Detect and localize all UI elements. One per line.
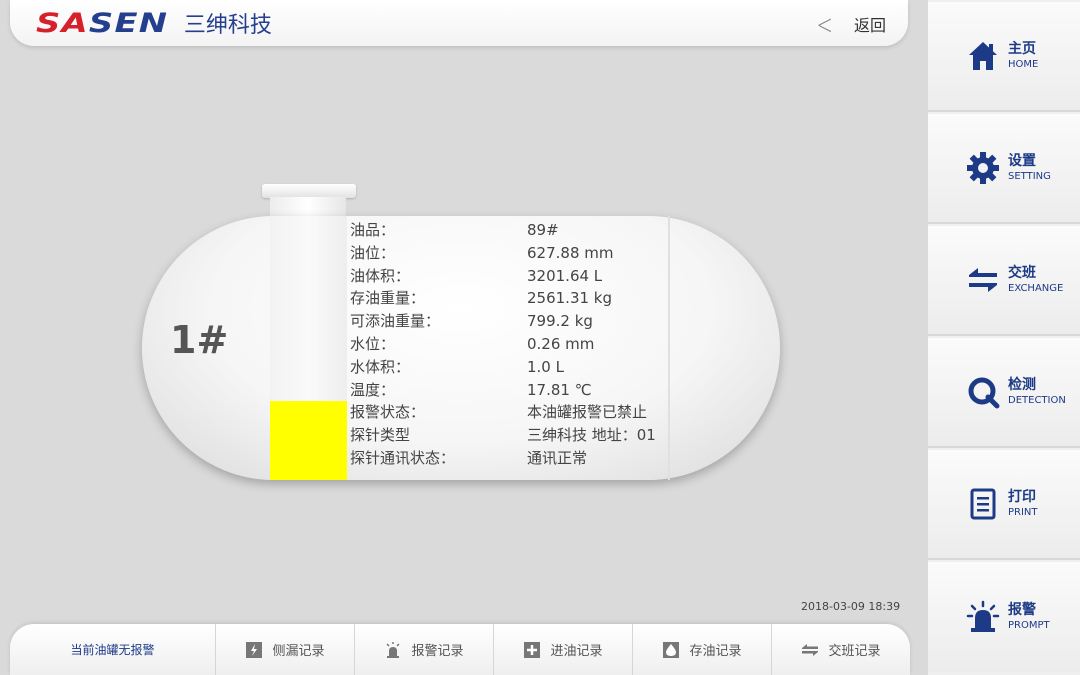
timestamp: 2018-03-09 18:39 bbox=[801, 600, 901, 613]
sidebar-item-print[interactable]: 打印 PRINT bbox=[928, 450, 1080, 560]
exchange-record-button[interactable]: 交班记录 bbox=[771, 624, 910, 675]
alarm-status-text: 当前油罐无报警 bbox=[70, 643, 155, 657]
leak-icon bbox=[246, 641, 263, 658]
back-label: 返回 bbox=[853, 16, 886, 35]
sidebar-item-label: 报警 bbox=[1008, 602, 1036, 618]
sidebar-item-sublabel: EXCHANGE bbox=[1008, 283, 1064, 294]
top-header: SASEN 三绅科技 < 返回 bbox=[10, 0, 908, 46]
tank-info-row: 水位： 0.26 mm bbox=[350, 333, 670, 356]
tank-info-row: 油品： 89# bbox=[350, 219, 670, 242]
sidebar-item-sublabel: DETECTION bbox=[1008, 395, 1066, 406]
tank-info-value: 17.81 ℃ bbox=[527, 380, 592, 399]
tank-info-value: 1.0 L bbox=[527, 357, 564, 376]
exchange-icon bbox=[969, 268, 997, 292]
tank-info-row: 可添油重量： 799.2 kg bbox=[350, 310, 670, 333]
chevron-left-icon: < bbox=[816, 7, 833, 41]
tank-info-value: 0.26 mm bbox=[527, 334, 595, 353]
oil-in-icon bbox=[524, 641, 541, 658]
tank-info-row: 存油重量： 2561.31 kg bbox=[350, 287, 670, 310]
sidebar-item-label: 主页 bbox=[1008, 41, 1036, 57]
tank-info-value: 799.2 kg bbox=[527, 312, 593, 331]
detection-icon bbox=[968, 377, 1000, 409]
tank-info-key: 油体积： bbox=[350, 266, 411, 285]
tank-info-key: 报警状态： bbox=[350, 403, 426, 422]
tank-info-value: 627.88 mm bbox=[527, 243, 614, 262]
tank-info-value: 89# bbox=[527, 221, 559, 239]
tank-info-value: 通讯正常 bbox=[527, 448, 588, 467]
alarm-icon bbox=[966, 600, 1000, 632]
back-button[interactable]: < 返回 bbox=[813, 7, 886, 41]
tank-info-key: 水体积： bbox=[350, 357, 411, 376]
tank-level-gauge bbox=[270, 216, 347, 480]
sasen-logo: SASEN 三绅科技 bbox=[36, 8, 272, 39]
alarm-record-icon bbox=[386, 641, 401, 658]
tank-info-value: 3201.64 L bbox=[527, 266, 603, 285]
gear-icon bbox=[967, 152, 999, 184]
logo-part-blue: SEN bbox=[88, 7, 169, 39]
alarm-record-label: 报警记录 bbox=[411, 644, 464, 659]
oil-storage-icon bbox=[663, 641, 680, 658]
tank-info-key: 探针类型 bbox=[350, 426, 411, 445]
sidebar-item-label: 设置 bbox=[1008, 153, 1036, 169]
tank-info-key: 存油重量： bbox=[350, 289, 426, 308]
sidebar-item-exchange[interactable]: 交班 EXCHANGE bbox=[928, 226, 1080, 336]
sidebar-item-sublabel: SETTING bbox=[1008, 171, 1051, 182]
home-icon bbox=[969, 42, 997, 70]
print-icon bbox=[970, 488, 996, 520]
tank-info-row: 探针通讯状态： 通讯正常 bbox=[350, 447, 670, 470]
tank-info-key: 可添油重量： bbox=[350, 312, 441, 331]
tank-info-key: 探针通讯状态： bbox=[350, 448, 456, 467]
bottom-bar: 当前油罐无报警 侧漏记录 报警记录 进油记录 存油记录 交班记录 bbox=[10, 624, 910, 675]
sidebar-item-prompt[interactable]: 报警 PROMPT bbox=[928, 562, 1080, 672]
tank-info-value: 2561.31 kg bbox=[527, 289, 613, 308]
sidebar-item-label: 检测 bbox=[1008, 377, 1036, 393]
logo-chinese-name: 三绅科技 bbox=[183, 13, 272, 38]
tank-info-row: 探针类型 三绅科技 地址：01 bbox=[350, 424, 670, 447]
alarm-record-button[interactable]: 报警记录 bbox=[354, 624, 493, 675]
tank-neck-cap bbox=[262, 184, 356, 198]
tank-info-key: 油位： bbox=[350, 243, 396, 262]
sidebar-item-sublabel: HOME bbox=[1008, 59, 1039, 70]
sidebar-item-home[interactable]: 主页 HOME bbox=[928, 2, 1080, 112]
oil-in-record-button[interactable]: 进油记录 bbox=[493, 624, 632, 675]
tank-level-fill bbox=[270, 400, 347, 480]
tank-info-key: 水位： bbox=[350, 334, 396, 353]
exchange-record-icon bbox=[802, 643, 819, 656]
sidebar-item-sublabel: PRINT bbox=[1008, 507, 1038, 518]
sidebar-item-sublabel: PROMPT bbox=[1008, 620, 1050, 631]
leak-record-button[interactable]: 侧漏记录 bbox=[215, 624, 354, 675]
tank-number: 1# bbox=[170, 318, 229, 362]
tank-info-list: 油品： 89# 油位： 627.88 mm 油体积： 3201.64 L 存油重量： 2561… bbox=[350, 219, 670, 470]
tank-info-key: 油品： bbox=[350, 221, 396, 239]
exchange-record-label: 交班记录 bbox=[828, 644, 881, 659]
logo-part-red: SA bbox=[36, 7, 89, 39]
oil-storage-record-label: 存油记录 bbox=[689, 644, 742, 659]
sidebar-item-label: 打印 bbox=[1008, 489, 1036, 505]
tank-info-value: 三绅科技 地址：01 bbox=[527, 426, 656, 445]
sidebar-item-setting[interactable]: 设置 SETTING bbox=[928, 114, 1080, 224]
logo-text: SASEN bbox=[36, 8, 168, 39]
tank-info-row: 温度： 17.81 ℃ bbox=[350, 379, 670, 402]
leak-record-label: 侧漏记录 bbox=[272, 644, 325, 659]
tank-info-row: 油体积： 3201.64 L bbox=[350, 265, 670, 288]
sidebar: 主页 HOME 设置 SETTING 交班 EXCHANGE 检测 DETECTION … bbox=[928, 0, 1080, 675]
oil-in-record-label: 进油记录 bbox=[550, 644, 603, 659]
sidebar-item-label: 交班 bbox=[1008, 265, 1036, 281]
tank-info-row: 油位： 627.88 mm bbox=[350, 242, 670, 265]
tank-info-row: 报警状态： 本油罐报警已禁止 bbox=[350, 401, 670, 424]
tank-info-value: 本油罐报警已禁止 bbox=[527, 403, 648, 422]
oil-storage-record-button[interactable]: 存油记录 bbox=[632, 624, 771, 675]
tank-info-key: 温度： bbox=[350, 380, 396, 399]
sidebar-item-detection[interactable]: 检测 DETECTION bbox=[928, 338, 1080, 448]
tank-info-row: 水体积： 1.0 L bbox=[350, 356, 670, 379]
